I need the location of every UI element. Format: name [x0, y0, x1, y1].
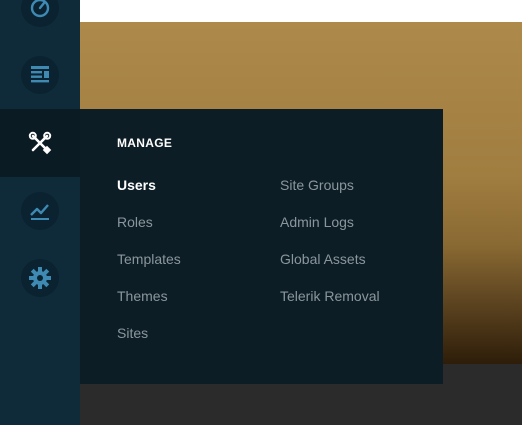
menu-column-left: Users Roles Templates Themes Sites	[117, 177, 181, 362]
sidebar-icon-circle	[21, 0, 59, 27]
menu-item-roles[interactable]: Roles	[117, 214, 181, 251]
sidebar-item-settings[interactable]	[0, 244, 80, 312]
sidebar-icon-circle	[21, 56, 59, 94]
menu-column-right: Site Groups Admin Logs Global Assets Tel…	[280, 177, 380, 325]
sidebar-item-dashboard[interactable]	[0, 0, 80, 42]
page-top-bar	[80, 0, 522, 22]
menu-item-telerik-removal[interactable]: Telerik Removal	[280, 288, 380, 325]
menu-item-users[interactable]: Users	[117, 177, 181, 214]
sidebar-item-analytics[interactable]	[0, 177, 80, 245]
sidebar-item-manage[interactable]	[0, 109, 80, 177]
content-icon	[31, 66, 49, 83]
sidebar-icon-circle	[21, 259, 59, 297]
tools-icon	[28, 131, 52, 155]
analytics-icon	[30, 204, 49, 220]
menu-item-site-groups[interactable]: Site Groups	[280, 177, 380, 214]
sidebar-icon-circle	[21, 192, 59, 230]
manage-flyout-menu: MANAGE Users Roles Templates Themes Site…	[80, 109, 443, 384]
settings-icon	[29, 267, 51, 289]
menu-item-themes[interactable]: Themes	[117, 288, 181, 325]
sidebar-item-content[interactable]	[0, 41, 80, 109]
dashboard-icon	[30, 0, 50, 18]
menu-item-templates[interactable]: Templates	[117, 251, 181, 288]
menu-item-global-assets[interactable]: Global Assets	[280, 251, 380, 288]
menu-item-sites[interactable]: Sites	[117, 325, 181, 362]
main-sidebar	[0, 0, 80, 425]
flyout-title: MANAGE	[117, 136, 173, 150]
menu-item-admin-logs[interactable]: Admin Logs	[280, 214, 380, 251]
sidebar-icon-circle	[21, 124, 59, 162]
